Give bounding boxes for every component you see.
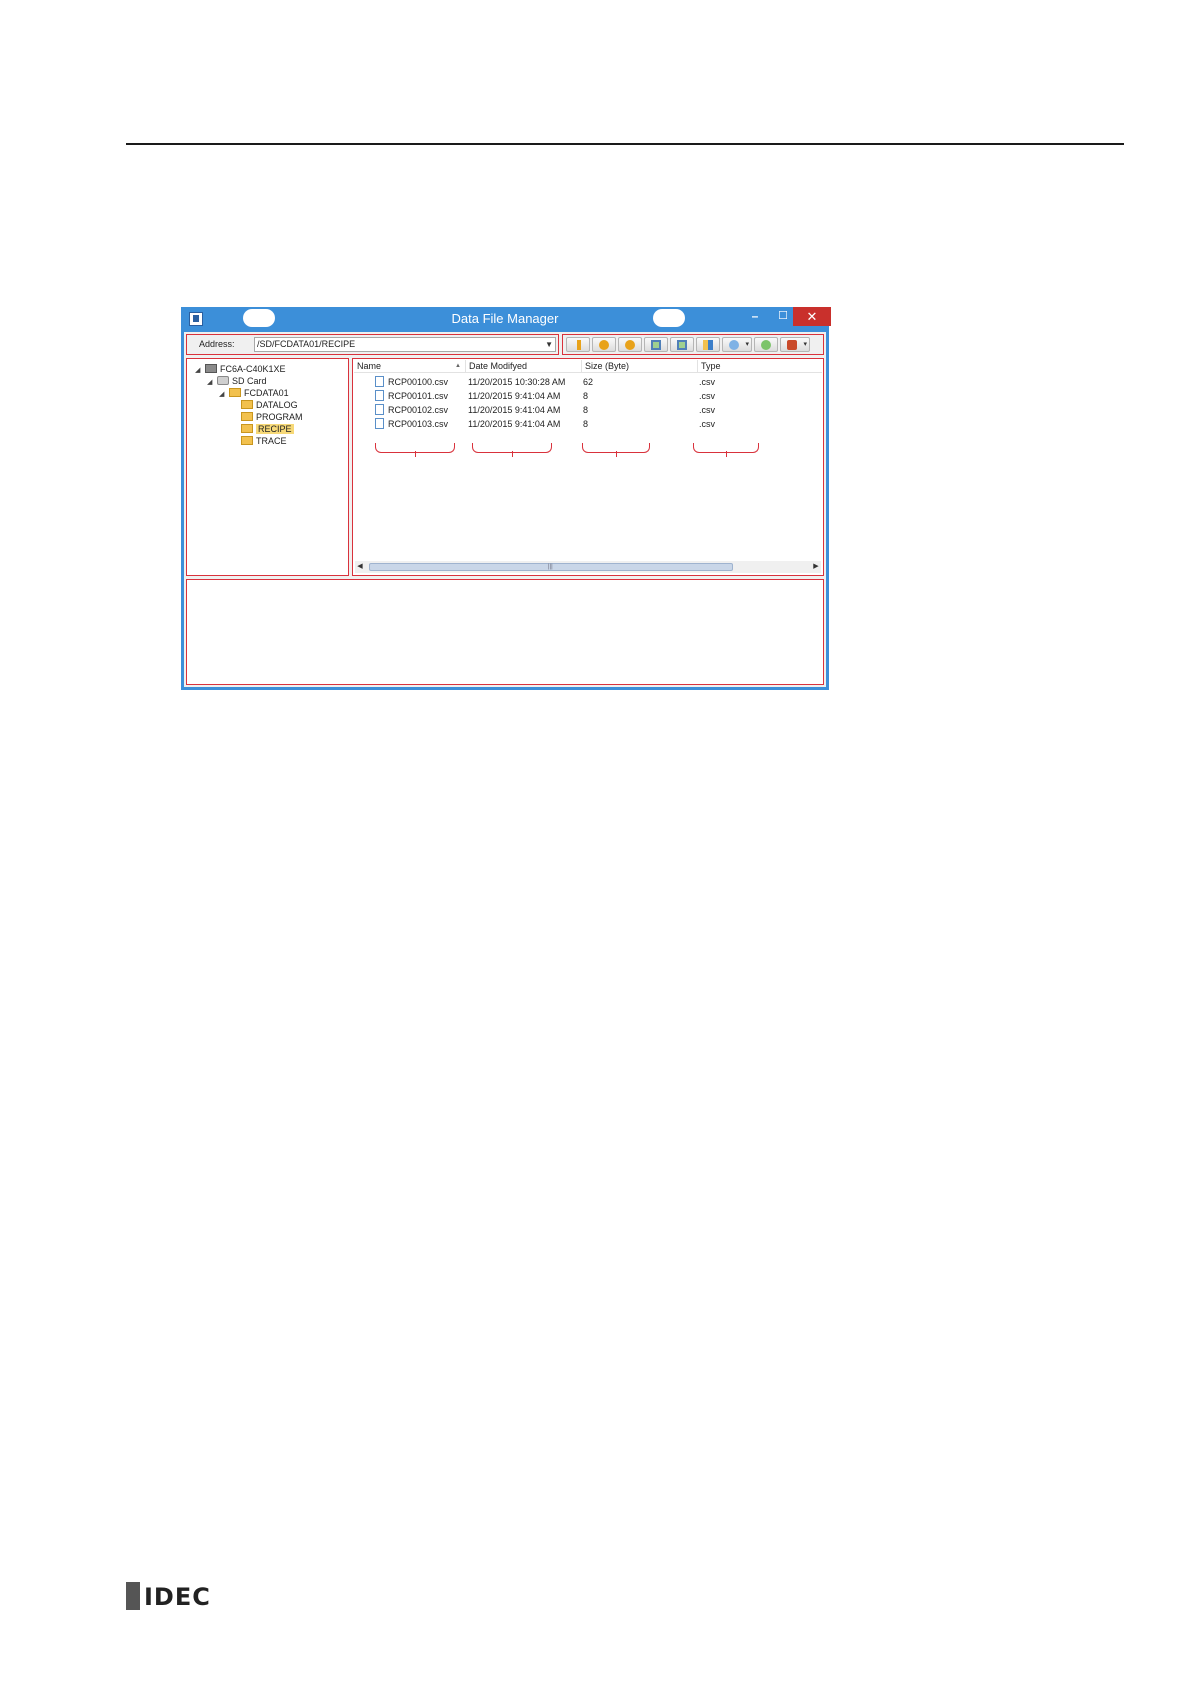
play-icon <box>599 340 609 350</box>
maximize-button[interactable]: ☐ <box>771 307 795 326</box>
file-list-header: Name ▲ Date Modifyed Size (Byte) Type <box>354 360 822 373</box>
table-row[interactable]: RCP00100.csv 11/20/2015 10:30:28 AM 62 .… <box>353 375 821 389</box>
chevron-down-icon: ▾ <box>803 341 807 348</box>
file-date: 11/20/2015 9:41:04 AM <box>468 419 561 429</box>
scroll-right-icon[interactable]: ▶ <box>811 561 821 573</box>
output-pane <box>186 579 824 685</box>
table-row[interactable]: RCP00101.csv 11/20/2015 9:41:04 AM 8 .cs… <box>353 389 821 403</box>
expand-arrow-icon[interactable]: ◢ <box>195 365 205 377</box>
refresh-icon <box>761 340 771 350</box>
undo-dropdown-button[interactable]: ▾ <box>722 337 752 352</box>
download-button[interactable] <box>566 337 590 352</box>
tools-dropdown-button[interactable]: ▾ <box>780 337 810 352</box>
undo-dropdown-icon <box>729 340 739 350</box>
tree-node-recipe[interactable]: RECIPE <box>241 423 294 435</box>
file-type: .csv <box>699 377 716 387</box>
compare-icon <box>703 340 713 350</box>
address-label: Address: <box>199 339 235 349</box>
download-arrow-icon <box>577 340 581 350</box>
logo-text: IDEC <box>144 1583 211 1611</box>
csv-file-icon <box>375 390 384 401</box>
scrollbar-thumb[interactable]: ||| <box>369 563 733 571</box>
file-date: 11/20/2015 10:30:28 AM <box>468 377 566 387</box>
csv-file-icon <box>375 404 384 415</box>
folder-icon <box>241 436 253 445</box>
file-type: .csv <box>699 405 716 415</box>
minimize-button[interactable]: – <box>743 307 767 326</box>
folder-tree: ◢ FC6A-C40K1XE ◢ SD Card ◢ FCDATA01 DATALOG… <box>186 358 349 576</box>
tree-node-fcdata01[interactable]: ◢ FCDATA01 <box>219 387 289 399</box>
window-client-area: Address: /SD/FCDATA01/RECIPE ▼ ▾ ▾ ◢ FC6A… <box>184 332 826 687</box>
close-button[interactable]: ✕ <box>793 307 831 326</box>
refresh-button[interactable] <box>754 337 778 352</box>
toolbar: ▾ ▾ <box>562 334 824 355</box>
import-button[interactable] <box>670 337 694 352</box>
tools-dropdown-icon <box>787 340 797 350</box>
tree-node-sd-card[interactable]: ◢ SD Card <box>207 375 267 387</box>
folder-icon <box>241 424 253 433</box>
file-name: RCP00102.csv <box>388 405 449 415</box>
file-list: Name ▲ Date Modifyed Size (Byte) Type RCP… <box>352 358 824 576</box>
grip-icon: ||| <box>548 564 553 570</box>
callout-brace-date <box>472 443 552 457</box>
export-icon <box>651 340 661 350</box>
data-file-manager-window: Data File Manager – ☐ ✕ Address: /SD/FCD… <box>181 307 831 690</box>
address-input[interactable]: /SD/FCDATA01/RECIPE ▼ <box>254 337 556 352</box>
callout-brace-type <box>693 443 759 457</box>
file-date: 11/20/2015 9:41:04 AM <box>468 405 561 415</box>
logo-mark <box>126 1582 140 1610</box>
tree-node-trace[interactable]: TRACE <box>241 435 287 447</box>
tree-node-datalog[interactable]: DATALOG <box>241 399 298 411</box>
column-header-name[interactable]: Name ▲ <box>354 360 466 372</box>
file-name: RCP00103.csv <box>388 419 449 429</box>
callout-brace-name <box>375 443 455 457</box>
column-header-size[interactable]: Size (Byte) <box>582 360 698 372</box>
table-row[interactable]: RCP00102.csv 11/20/2015 9:41:04 AM 8 .cs… <box>353 403 821 417</box>
callout-label-right <box>653 309 685 327</box>
file-size: 8 <box>583 405 589 415</box>
csv-file-icon <box>375 376 384 387</box>
import-icon <box>677 340 687 350</box>
chevron-down-icon[interactable]: ▼ <box>545 338 553 351</box>
file-type: .csv <box>699 419 716 429</box>
file-name: RCP00100.csv <box>388 377 449 387</box>
table-row[interactable]: RCP00103.csv 11/20/2015 9:41:04 AM 8 .cs… <box>353 417 821 431</box>
address-value: /SD/FCDATA01/RECIPE <box>257 339 356 349</box>
sort-ascending-icon: ▲ <box>455 363 461 369</box>
file-size: 8 <box>583 391 589 401</box>
folder-icon <box>241 400 253 409</box>
horizontal-scrollbar[interactable]: ◀ ||| ▶ <box>355 561 821 573</box>
csv-file-icon <box>375 418 384 429</box>
title-bar: Data File Manager – ☐ ✕ <box>181 307 831 332</box>
file-name: RCP00101.csv <box>388 391 449 401</box>
compare-button[interactable] <box>696 337 720 352</box>
file-type: .csv <box>699 391 716 401</box>
page-header-rule <box>126 143 1124 145</box>
stop-button[interactable] <box>618 337 642 352</box>
run-button[interactable] <box>592 337 616 352</box>
address-bar: Address: /SD/FCDATA01/RECIPE ▼ <box>186 334 559 355</box>
sd-card-icon <box>217 376 229 385</box>
export-button[interactable] <box>644 337 668 352</box>
column-header-type[interactable]: Type <box>698 360 822 372</box>
column-header-date[interactable]: Date Modifyed <box>466 360 582 372</box>
expand-arrow-icon[interactable]: ◢ <box>207 377 217 389</box>
expand-arrow-icon[interactable]: ◢ <box>219 389 229 401</box>
folder-icon <box>229 388 241 397</box>
plc-icon <box>205 364 217 373</box>
file-date: 11/20/2015 9:41:04 AM <box>468 391 561 401</box>
chevron-down-icon: ▾ <box>745 341 749 348</box>
folder-icon <box>241 412 253 421</box>
file-size: 8 <box>583 419 589 429</box>
file-size: 62 <box>583 377 594 387</box>
tree-node-program[interactable]: PROGRAM <box>241 411 303 423</box>
stop-icon <box>625 340 635 350</box>
tree-node-plc[interactable]: ◢ FC6A-C40K1XE <box>195 363 286 375</box>
window-title: Data File Manager <box>451 311 559 326</box>
callout-brace-size <box>582 443 650 457</box>
scroll-left-icon[interactable]: ◀ <box>355 561 365 573</box>
